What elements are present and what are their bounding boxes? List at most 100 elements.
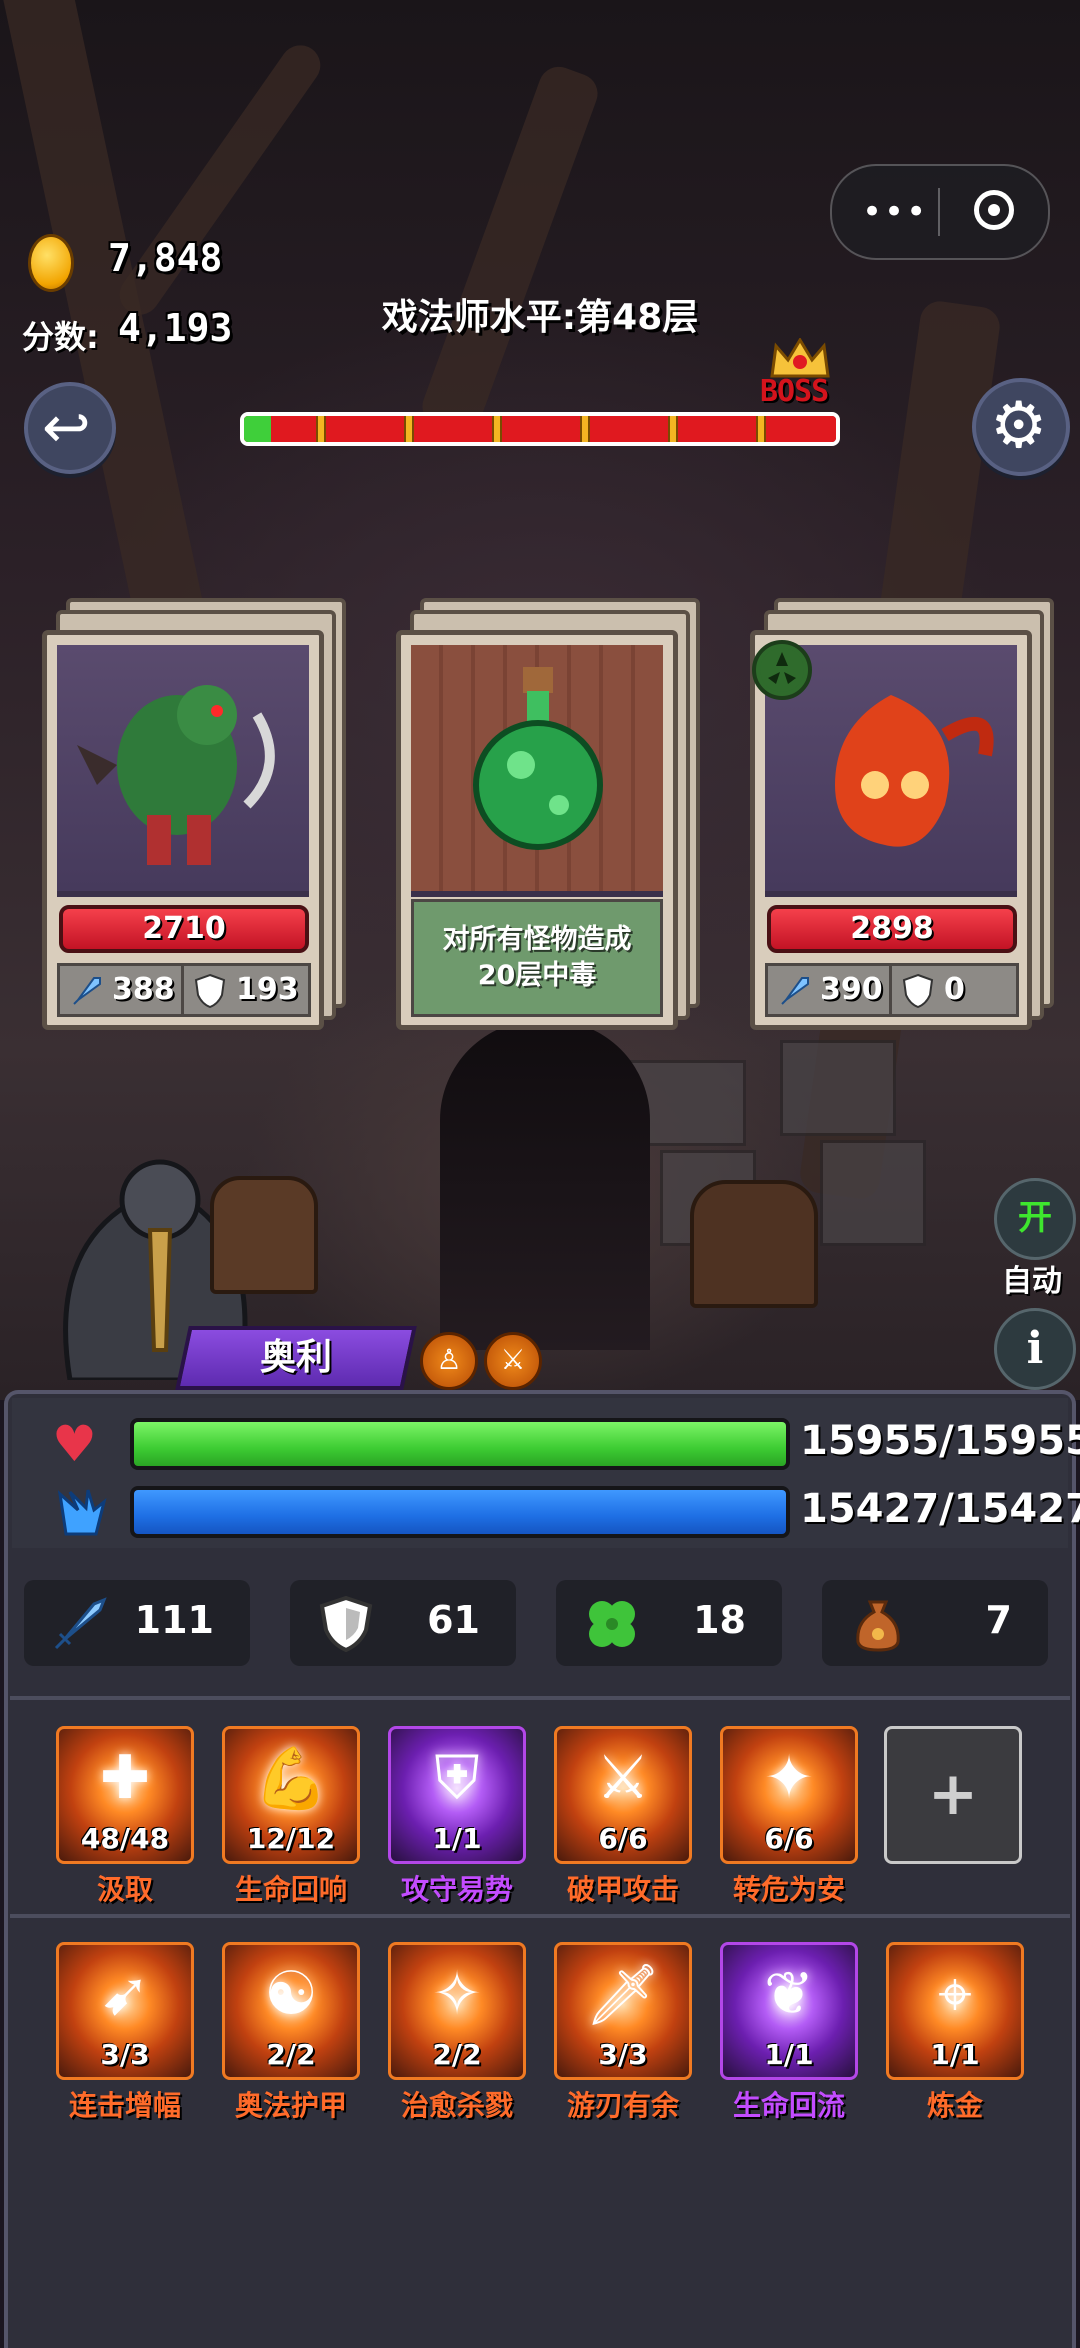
progress-marker — [404, 416, 414, 442]
auto-toggle-button[interactable]: 开 — [994, 1178, 1076, 1260]
close-target-icon[interactable] — [974, 190, 1014, 230]
skill-turn-safe-icon: ✦ — [763, 1743, 815, 1813]
skill-level: 6/6 — [598, 1822, 648, 1855]
skill-name: 攻守易势 — [400, 1873, 513, 1906]
skill-alchemy-icon: ⌖ — [938, 1959, 972, 2029]
auto-label: 自动 — [1002, 1264, 1062, 1299]
skill-name: 炼金 — [926, 2089, 983, 2122]
attack-stat-box: 111 — [24, 1580, 250, 1666]
attack-value: 390 — [820, 972, 883, 1007]
dungeon-doorway — [440, 1020, 650, 1350]
skill-name: 连击增幅 — [68, 2089, 181, 2122]
card-face: 对所有怪物造成20层中毒 — [396, 630, 678, 1030]
defense-value: 61 — [427, 1598, 480, 1642]
skill-slot[interactable]: ⚔ 6/6 — [554, 1726, 692, 1864]
skill-level: 1/1 — [432, 1822, 482, 1855]
treasure-chest — [210, 1176, 318, 1294]
level-title: 戏法师水平:第48层 — [381, 297, 699, 338]
defense-value: 193 — [236, 972, 299, 1007]
poison-status-icon — [752, 640, 812, 700]
progress-marker — [492, 416, 502, 442]
skill-level: 2/2 — [432, 2038, 482, 2071]
gear-icon: ⚙ — [990, 389, 1048, 463]
floor-progress-bar — [240, 412, 840, 446]
skill-slot[interactable]: ✧ 2/2 — [388, 1942, 526, 2080]
hero-hp-value: 15955/15955 — [800, 1418, 1080, 1464]
card-face: 2710 388 193 — [42, 630, 324, 1030]
luck-stat-box: 18 — [556, 1580, 782, 1666]
skill-heal-slaughter-icon: ✧ — [431, 1959, 483, 2029]
stone-block — [820, 1140, 926, 1246]
add-skill-button[interactable]: + — [884, 1726, 1022, 1864]
more-options-icon[interactable]: ••• — [862, 192, 928, 232]
skill-name: 生命回响 — [234, 1873, 347, 1906]
skill-slot[interactable]: ✦ 6/6 — [720, 1726, 858, 1864]
skill-level: 6/6 — [764, 1822, 814, 1855]
skill-slot[interactable]: 💪 12/12 — [222, 1726, 360, 1864]
skill-slot[interactable]: ✚ 48/48 — [56, 1726, 194, 1864]
treasure-chest — [690, 1180, 818, 1308]
settings-button[interactable]: ⚙ — [972, 378, 1070, 476]
skill-name: 游刃有余 — [566, 2089, 679, 2122]
defense-stat: 193 — [184, 966, 308, 1014]
skill-slot[interactable]: ➹ 3/3 — [56, 1942, 194, 2080]
shield-icon — [902, 973, 934, 1009]
potion-card[interactable]: 对所有怪物造成20层中毒 — [396, 598, 700, 1030]
skill-combo-boost-icon: ➹ — [99, 1959, 151, 2029]
info-button[interactable]: i — [994, 1308, 1076, 1390]
skill-slot[interactable]: ☯ 2/2 — [222, 1942, 360, 2080]
shield-icon — [319, 1595, 373, 1653]
monster-card[interactable]: 2710 388 193 — [42, 598, 346, 1030]
boss-crown-icon — [770, 338, 830, 378]
skill-slot[interactable]: ❦ 1/1 — [720, 1942, 858, 2080]
skill-level: 3/3 — [100, 2038, 150, 2071]
skill-name: 汲取 — [96, 1873, 153, 1906]
section-divider — [10, 1914, 1070, 1918]
money-stat-box: 7 — [822, 1580, 1048, 1666]
skill-name: 生命回流 — [732, 2089, 845, 2122]
monster-stats: 390 0 — [765, 963, 1019, 1017]
defense-value: 0 — [944, 972, 965, 1007]
skill-blade-ease-icon: 🗡 — [584, 1960, 662, 2030]
monster-stats: 388 193 — [57, 963, 311, 1017]
progress-current — [244, 416, 271, 442]
boss-label: BOSS — [760, 374, 829, 409]
sword-buff-icon[interactable]: ⚔ — [484, 1332, 542, 1390]
skill-name: 转危为安 — [732, 1873, 845, 1906]
stone-block — [780, 1040, 896, 1136]
progress-marker — [668, 416, 678, 442]
figure-buff-icon[interactable]: ♙ — [420, 1332, 478, 1390]
skill-level: 3/3 — [598, 2038, 648, 2071]
skill-level: 2/2 — [266, 2038, 316, 2071]
hero-mp-value: 15427/15427 — [800, 1486, 1080, 1532]
shield-icon — [194, 973, 226, 1009]
monster-hp-bar: 2710 — [59, 905, 309, 953]
skill-slot[interactable]: 🗡 3/3 — [554, 1942, 692, 2080]
hero-name: 奥利 — [259, 1337, 332, 1378]
section-divider — [10, 1696, 1070, 1700]
skill-name: 破甲攻击 — [566, 1873, 679, 1906]
hp-fill — [134, 1422, 786, 1466]
back-button[interactable]: ↩ — [24, 382, 116, 474]
skill-armor-break-icon: ⚔ — [596, 1743, 650, 1813]
heart-icon: ♥ — [52, 1415, 97, 1473]
back-arrow-icon: ↩ — [42, 393, 91, 461]
hero-hp-bar — [130, 1418, 790, 1470]
skill-name: 治愈杀戮 — [400, 2089, 513, 2122]
goblin-art — [57, 645, 309, 897]
attack-stat: 390 — [768, 966, 892, 1014]
skill-life-reflux-icon: ❦ — [763, 1959, 815, 2029]
coin-icon — [28, 234, 74, 292]
sword-icon — [54, 1597, 107, 1650]
progress-marker — [316, 416, 326, 442]
skill-level: 1/1 — [930, 2038, 980, 2071]
luck-value: 18 — [693, 1598, 746, 1642]
skill-life-echo-icon: 💪 — [253, 1744, 329, 1814]
poison-potion-art — [411, 645, 663, 897]
progress-marker — [580, 416, 590, 442]
money-bag-icon — [856, 1600, 900, 1652]
tree-branch — [416, 61, 604, 439]
skill-slot[interactable]: ⛨ 1/1 — [388, 1726, 526, 1864]
skill-slot[interactable]: ⌖ 1/1 — [886, 1942, 1024, 2080]
skill-name: 奥法护甲 — [234, 2089, 347, 2122]
